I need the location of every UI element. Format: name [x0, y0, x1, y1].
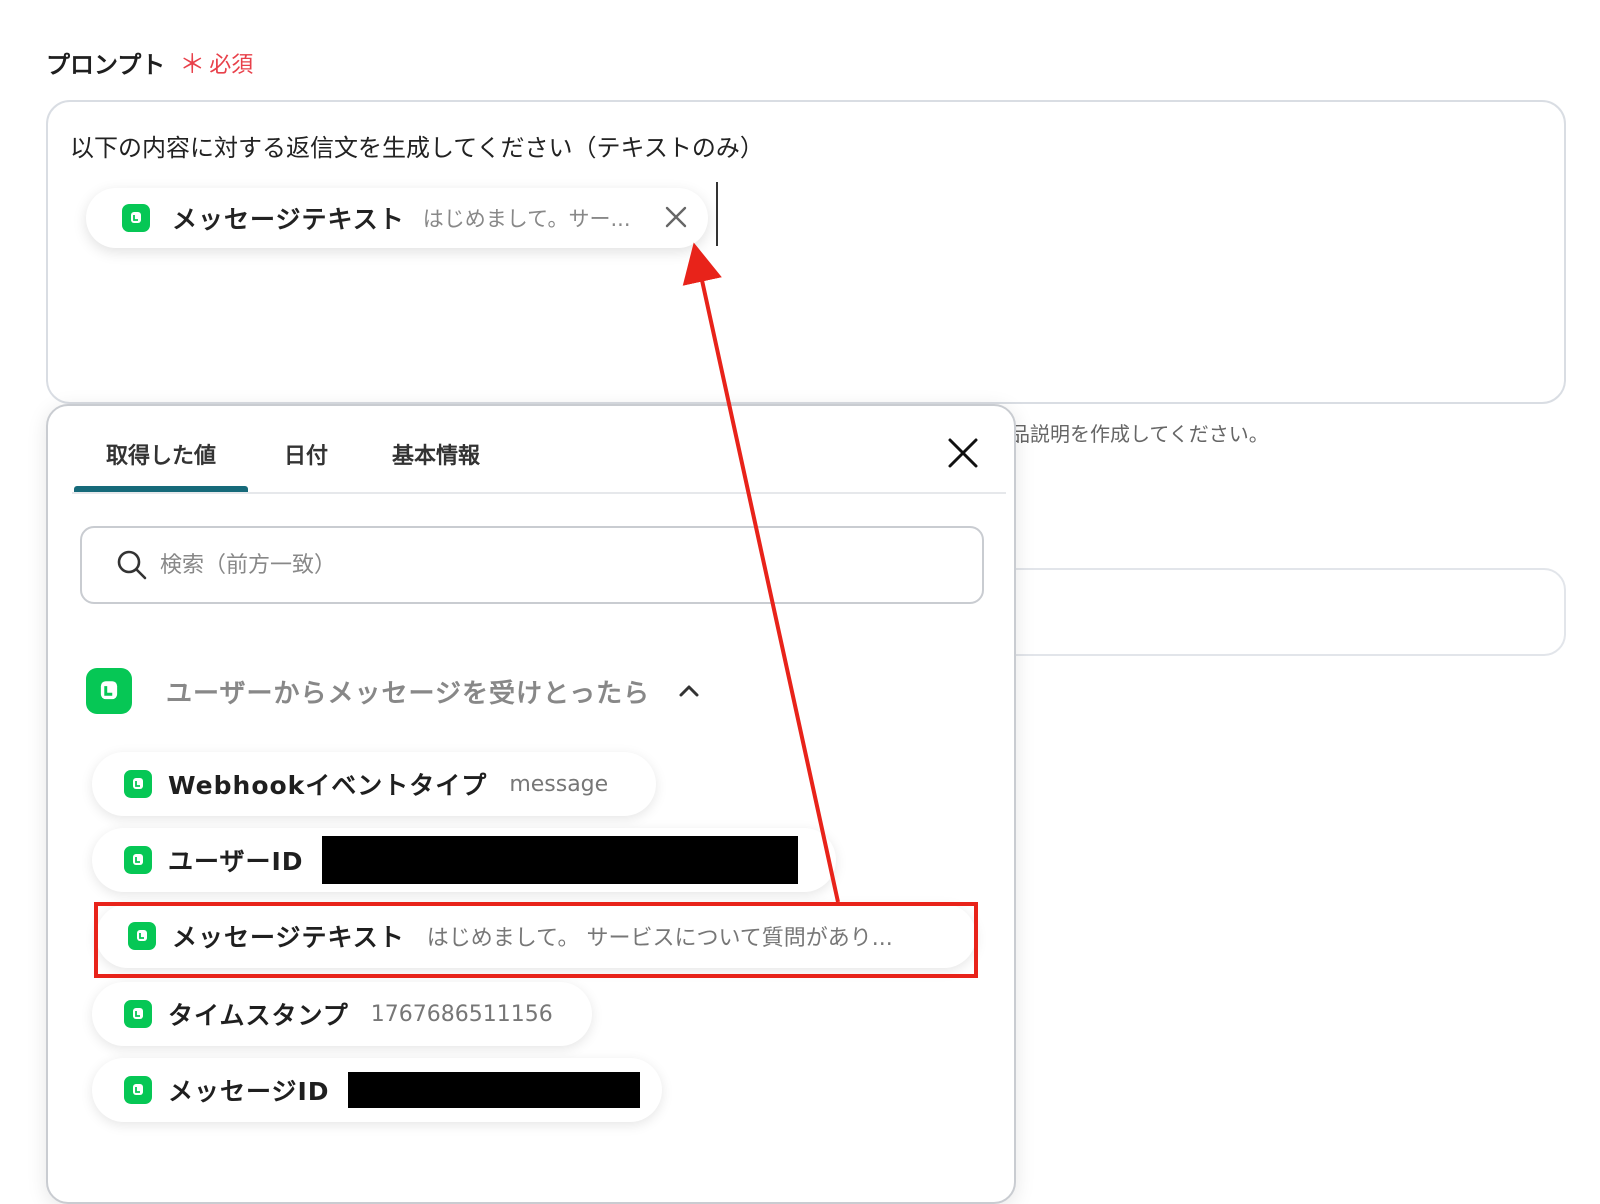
item-name: ユーザーID	[168, 847, 304, 876]
prompt-label-text: プロンプト	[46, 51, 166, 79]
item-name: メッセージID	[168, 1077, 330, 1106]
prompt-text: 以下の内容に対する返信文を生成してください（テキストのみ）	[70, 134, 764, 162]
item-value: message	[509, 771, 609, 797]
line-icon	[124, 1076, 152, 1104]
chevron-up-icon[interactable]	[676, 678, 702, 704]
tab-basic-info[interactable]: 基本情報	[392, 438, 480, 492]
redacted-value	[347, 1072, 640, 1108]
search-icon	[117, 550, 147, 580]
list-item-message-id[interactable]: メッセージID	[92, 1058, 662, 1122]
required-badge: ＊ 必須	[179, 44, 253, 81]
group-title: ユーザーからメッセージを受けとったら	[166, 678, 651, 709]
trigger-group-header[interactable]: ユーザーからメッセージを受けとったら	[86, 668, 702, 714]
list-item-timestamp[interactable]: タイムスタンプ 1767686511156	[92, 982, 592, 1046]
search-box[interactable]	[80, 526, 984, 604]
required-asterisk: ＊	[179, 50, 206, 80]
prompt-editor[interactable]: 以下の内容に対する返信文を生成してください（テキストのみ） メッセージテキスト …	[46, 100, 1566, 404]
popup-tabs: 取得した値 日付 基本情報	[72, 406, 1006, 494]
line-icon	[124, 1000, 152, 1028]
chip-value: はじめまして。サー...	[422, 207, 631, 231]
text-cursor	[716, 182, 718, 246]
list-item-message-text[interactable]: メッセージテキスト はじめまして。 サービスについて質問があり...	[96, 904, 976, 968]
line-icon	[124, 770, 152, 798]
item-value: はじめまして。 サービスについて質問があり...	[426, 926, 893, 951]
list-item-webhook-event-type[interactable]: Webhookイベントタイプ message	[92, 752, 656, 816]
value-picker-popup: 取得した値 日付 基本情報 ユーザーからメッセージを受けとったら Webhook…	[46, 404, 1016, 1204]
item-name: メッセージテキスト	[172, 923, 405, 952]
redacted-value	[321, 836, 798, 884]
line-icon	[124, 846, 152, 874]
prompt-field-label: プロンプト ＊ 必須	[46, 44, 253, 81]
line-icon	[122, 204, 150, 232]
item-name: タイムスタンプ	[168, 1001, 349, 1030]
next-field-input[interactable]	[960, 568, 1566, 656]
list-item-user-id[interactable]: ユーザーID	[92, 828, 836, 892]
field-hint-text: 品説明を作成してください。	[1010, 422, 1269, 446]
tab-date[interactable]: 日付	[284, 438, 328, 492]
variable-chip-message-text[interactable]: メッセージテキスト はじめまして。サー...	[86, 188, 708, 248]
line-icon	[128, 922, 156, 950]
close-icon[interactable]	[946, 436, 980, 470]
line-icon	[86, 668, 132, 714]
item-value: 1767686511156	[370, 1001, 553, 1027]
required-text: 必須	[209, 52, 254, 78]
chip-name: メッセージテキスト	[172, 205, 405, 234]
tab-retrieved-values[interactable]: 取得した値	[73, 438, 249, 492]
search-input[interactable]	[160, 552, 860, 578]
item-name: Webhookイベントタイプ	[168, 771, 488, 800]
chip-remove-icon[interactable]	[662, 203, 690, 231]
